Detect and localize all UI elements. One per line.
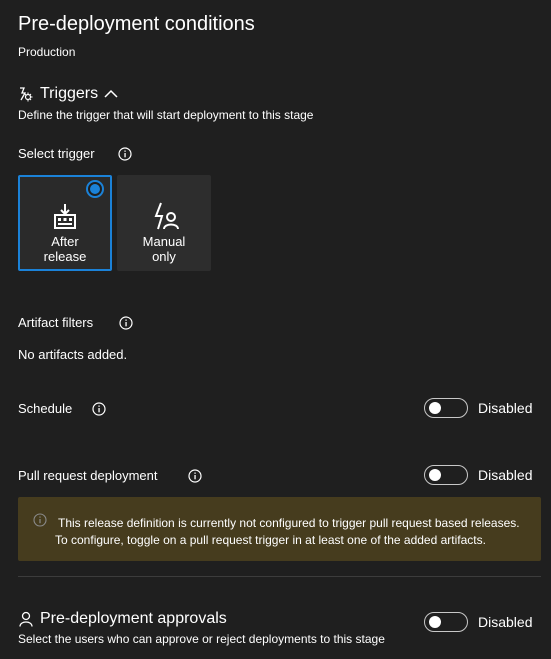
divider (18, 576, 541, 577)
schedule-toggle[interactable] (424, 398, 468, 418)
select-trigger-label: Select trigger (18, 146, 95, 161)
manual-lightning-user-icon (154, 202, 179, 230)
approvals-description: Select the users who can approve or reje… (18, 632, 385, 646)
triggers-icon (20, 87, 33, 102)
approvals-toggle[interactable] (424, 612, 468, 632)
triggers-description: Define the trigger that will start deplo… (18, 108, 314, 122)
after-release-label: After release (43, 234, 87, 264)
toggle-knob (429, 616, 441, 628)
schedule-label: Schedule (18, 401, 73, 416)
schedule-toggle-state: Disabled (478, 400, 533, 416)
info-icon[interactable] (92, 402, 106, 416)
warning-message: This release definition is currently not… (55, 516, 520, 547)
release-icon (54, 204, 76, 229)
triggers-header[interactable]: Triggers (18, 85, 118, 103)
stage-name: Production (18, 45, 76, 59)
no-artifacts-text: No artifacts added. (18, 347, 128, 362)
approvals-title: Pre-deployment approvals (40, 610, 227, 627)
approvals-header: Pre-deployment approvals (18, 610, 227, 628)
info-icon[interactable] (119, 316, 133, 330)
toggle-knob (429, 402, 441, 414)
manual-only-label: Manual only (142, 234, 186, 264)
pull-request-warning: This release definition is currently not… (18, 497, 541, 561)
trigger-option-manual-only[interactable]: Manual only (117, 175, 211, 271)
chevron-up-icon[interactable] (104, 89, 118, 99)
pre-deployment-conditions-panel: Pre-deployment conditions Production Tri… (0, 0, 551, 659)
pull-request-deployment-label: Pull request deployment (18, 468, 158, 483)
person-icon (19, 611, 33, 627)
info-icon[interactable] (188, 469, 202, 483)
pull-request-toggle-state: Disabled (478, 467, 533, 483)
info-icon (33, 513, 47, 527)
page-title: Pre-deployment conditions (18, 13, 255, 35)
info-icon[interactable] (118, 147, 132, 161)
trigger-radio-selected[interactable] (86, 180, 104, 198)
radio-dot (90, 184, 100, 194)
approvals-toggle-state: Disabled (478, 614, 533, 630)
pull-request-toggle[interactable] (424, 465, 468, 485)
toggle-knob (429, 469, 441, 481)
artifact-filters-label: Artifact filters (18, 315, 94, 330)
triggers-title: Triggers (40, 85, 99, 102)
